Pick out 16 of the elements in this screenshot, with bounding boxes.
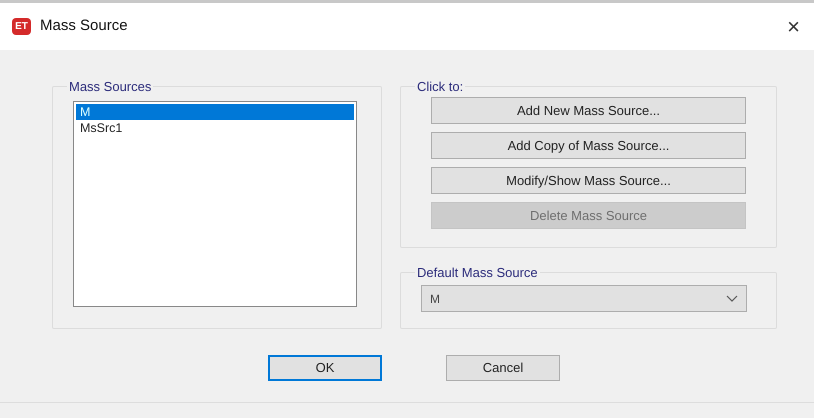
chevron-down-icon [726,295,738,302]
default-mass-source-dropdown[interactable]: M [421,285,747,312]
group-label: Mass Sources [68,80,152,93]
group-label: Click to: [416,80,464,93]
list-item[interactable]: MsSrc1 [76,120,354,136]
action-button[interactable]: Add Copy of Mass Source... [431,132,746,159]
cancel-button[interactable]: Cancel [446,355,560,381]
close-button[interactable]: × [785,16,802,38]
app-logo: ET [12,18,31,35]
action-button[interactable]: Modify/Show Mass Source... [431,167,746,194]
group-label: Default Mass Source [416,266,539,279]
list-item[interactable]: M [76,104,354,120]
action-button[interactable]: Add New Mass Source... [431,97,746,124]
window-title: Mass Source [40,16,128,36]
ok-button[interactable]: OK [268,355,382,381]
mass-sources-list[interactable]: M MsSrc1 [73,101,357,307]
